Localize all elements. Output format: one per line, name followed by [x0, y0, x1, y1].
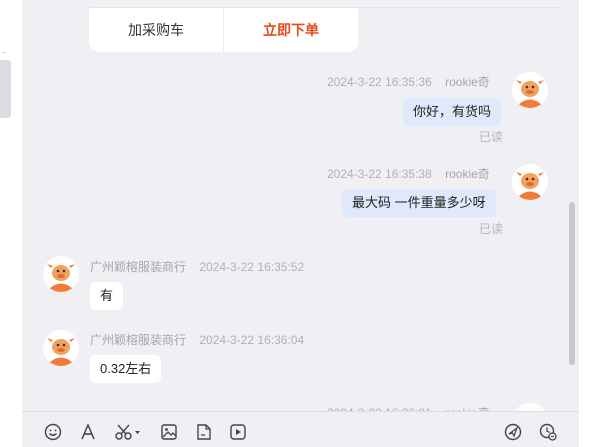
read-status: 已读 [479, 222, 504, 236]
left-gutter [0, 0, 22, 447]
message-bubble[interactable]: 有 [90, 282, 124, 310]
right-strip [579, 0, 590, 447]
send-icon[interactable] [503, 422, 523, 442]
message-meta: 广州颖榕服装商行 2024-3-22 16:36:04 [90, 331, 304, 348]
font-icon[interactable] [78, 422, 98, 442]
chat-scrollbar-thumb[interactable] [569, 202, 575, 365]
input-toolbar [22, 411, 579, 447]
image-icon[interactable] [159, 422, 179, 442]
chat-panel: • • 加采购车 立即下单 2024-3-22 16:35:36 rookie奇… [22, 0, 579, 447]
message-bubble[interactable]: 0.32左右 [90, 355, 162, 383]
message-time: 2024-3-22 16:35:36 [327, 75, 432, 89]
more-dots-icon[interactable]: • • [480, 0, 493, 5]
file-icon[interactable] [194, 422, 214, 442]
sender-name: rookie奇 [445, 75, 490, 89]
cow-avatar-icon [512, 72, 548, 108]
product-action-card: 加采购车 立即下单 [89, 8, 358, 52]
cow-avatar-icon [512, 164, 548, 200]
message-time: 2024-3-22 16:36:04 [199, 333, 305, 347]
add-to-cart-button[interactable]: 加采购车 [89, 8, 224, 52]
emoji-icon[interactable] [43, 422, 63, 442]
avatar[interactable] [512, 164, 548, 200]
message-meta: 2024-3-22 16:35:38 rookie奇 [327, 165, 490, 182]
message-meta: 2024-3-22 16:35:36 rookie奇 [327, 73, 490, 90]
message-bubble[interactable]: 你好，有货吗 [403, 98, 502, 126]
avatar[interactable] [512, 72, 548, 108]
message-bubble[interactable]: 最大码 一件重量多少呀 [342, 189, 496, 217]
left-scrollbar-thumb[interactable] [0, 60, 11, 118]
sender-name: 广州颖榕服装商行 [90, 333, 187, 347]
message-time: 2024-3-22 16:35:38 [327, 167, 432, 181]
video-icon[interactable] [228, 422, 248, 442]
sender-name: rookie奇 [445, 167, 490, 181]
history-icon[interactable] [538, 422, 558, 442]
avatar[interactable] [43, 256, 79, 292]
message-time: 2024-3-22 16:35:52 [199, 260, 305, 274]
divider [2, 52, 5, 53]
order-now-button[interactable]: 立即下单 [224, 8, 358, 52]
read-status: 已读 [479, 130, 504, 144]
sender-name: 广州颖榕服装商行 [90, 260, 187, 274]
cow-avatar-icon [43, 330, 79, 366]
scissors-icon[interactable] [113, 422, 143, 442]
cow-avatar-icon [43, 256, 79, 292]
avatar[interactable] [43, 330, 79, 366]
message-meta: 广州颖榕服装商行 2024-3-22 16:35:52 [90, 258, 304, 275]
